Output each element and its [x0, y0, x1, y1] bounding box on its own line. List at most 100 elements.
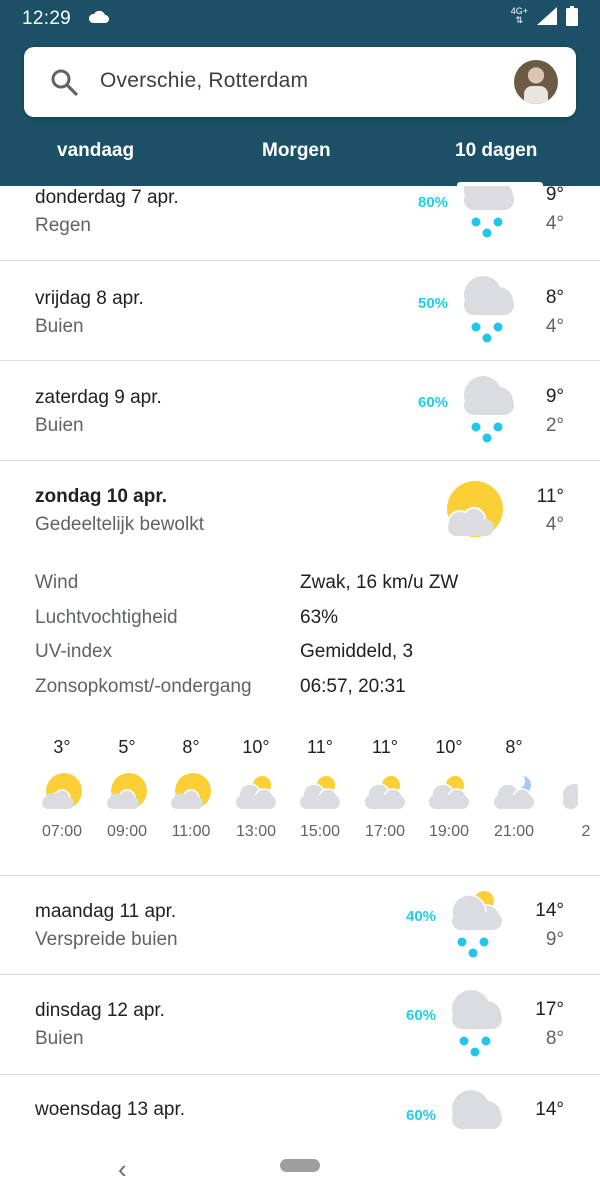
hour-time: 15:00 — [299, 823, 341, 840]
mostly-cloudy-icon — [236, 776, 276, 809]
hour-temp: 11° — [307, 737, 333, 757]
precip-chance: 40% — [406, 908, 437, 925]
detail-label-uv: UV-index — [35, 641, 113, 662]
app-header: 12:29 4G+ ⇅ Overschie, Rotterdam vandaag… — [0, 0, 600, 186]
rain-icon — [452, 1090, 502, 1129]
hour-time: 2 — [581, 823, 591, 840]
partly-sunny-icon — [171, 773, 211, 809]
forecast-list[interactable]: donderdag 7 apr. Regen 80% 9° 4° vrijdag… — [0, 186, 600, 1140]
forecast-row-tuesday[interactable]: dinsdag 12 apr. Buien 60% 17° 8° — [0, 975, 600, 1075]
rain-icon — [464, 376, 514, 443]
temp-high: 14° — [535, 900, 564, 921]
temp-high: 8° — [545, 287, 564, 308]
signal-icon — [537, 7, 557, 25]
day-name: donderdag 7 apr. — [35, 187, 179, 208]
mostly-cloudy-icon — [365, 776, 405, 809]
tab-vandaag[interactable]: vandaag — [57, 140, 134, 162]
temp-low: 9° — [545, 929, 564, 950]
temp-high: 9° — [545, 186, 564, 205]
tab-morgen[interactable]: Morgen — [262, 140, 331, 162]
detail-label-sun: Zonsopkomst/-ondergang — [35, 676, 252, 697]
detail-value-humidity: 63% — [300, 607, 339, 628]
rain-icon — [452, 990, 502, 1057]
detail-label-wind: Wind — [35, 572, 79, 593]
status-bar: 12:29 4G+ ⇅ — [0, 0, 600, 36]
hour-time: 19:00 — [428, 823, 470, 840]
hour-temp: 3° — [53, 737, 71, 757]
hour-time: 11:00 — [171, 823, 211, 840]
avatar[interactable] — [514, 60, 558, 104]
detail-value-wind: Zwak, 16 km/u ZW — [300, 572, 459, 593]
day-name: woensdag 13 apr. — [35, 1099, 186, 1120]
home-pill[interactable] — [280, 1159, 320, 1172]
day-condition: Regen — [35, 215, 91, 236]
mostly-cloudy-icon — [429, 776, 469, 809]
partly-cloudy-icon — [447, 481, 503, 537]
search-icon[interactable] — [50, 68, 78, 96]
partly-sunny-icon — [42, 773, 82, 809]
hour-time: 07:00 — [41, 823, 83, 840]
day-condition: Buien — [35, 316, 84, 337]
temp-high: 17° — [535, 999, 564, 1020]
rain-icon — [464, 276, 514, 343]
mostly-cloudy-icon — [300, 776, 340, 809]
detail-value-uv: Gemiddeld, 3 — [300, 641, 414, 662]
detail-value-sun: 06:57, 20:31 — [300, 676, 406, 697]
hourly-forecast[interactable]: 3° 5° 8° 10° 11° 11° 10° 8° 07:00 09:00 … — [0, 737, 600, 847]
detail-label-humidity: Luchtvochtigheid — [35, 607, 178, 628]
day-condition: Buien — [35, 415, 84, 436]
temp-low: 4° — [545, 514, 564, 535]
hour-time: 13:00 — [235, 823, 277, 840]
tab-bar: vandaag Morgen 10 dagen — [0, 128, 600, 186]
location-text[interactable]: Overschie, Rotterdam — [100, 69, 308, 93]
forecast-row-sunday-expanded[interactable]: zondag 10 apr. Gedeeltelijk bewolkt 11° … — [0, 461, 600, 876]
forecast-row-wednesday[interactable]: woensdag 13 apr. 60% 14° — [0, 1075, 600, 1140]
temp-high: 14° — [535, 1099, 564, 1120]
day-name: zaterdag 9 apr. — [35, 387, 162, 408]
day-condition: Verspreide buien — [35, 929, 178, 950]
hour-temp: 8° — [182, 737, 200, 757]
precip-chance: 80% — [418, 194, 449, 211]
hour-temp: 10° — [435, 737, 463, 757]
data-arrows-icon: ⇅ — [515, 15, 524, 25]
precip-chance: 50% — [418, 295, 449, 312]
hour-temp: 8° — [505, 737, 523, 757]
partly-sunny-icon — [107, 773, 147, 809]
day-name: dinsdag 12 apr. — [35, 1000, 165, 1021]
forecast-row-thursday[interactable]: donderdag 7 apr. Regen 80% 9° 4° — [0, 186, 600, 261]
hour-time: 09:00 — [106, 823, 148, 840]
hour-time: 17:00 — [364, 823, 406, 840]
temp-high: 11° — [536, 486, 564, 507]
temp-low: 4° — [545, 316, 564, 337]
forecast-row-friday[interactable]: vrijdag 8 apr. Buien 50% 8° 4° — [0, 261, 600, 361]
battery-icon — [566, 6, 578, 26]
forecast-row-saturday[interactable]: zaterdag 9 apr. Buien 60% 9° 2° — [0, 361, 600, 461]
precip-chance: 60% — [406, 1107, 437, 1124]
temp-high: 9° — [545, 386, 564, 407]
precip-chance: 60% — [418, 394, 449, 411]
back-icon[interactable]: ‹ — [118, 1154, 127, 1185]
cloudy-night-icon — [494, 773, 534, 809]
rain-icon — [464, 186, 514, 238]
system-nav-bar: ‹ — [0, 1140, 600, 1200]
day-condition: Buien — [35, 1028, 84, 1049]
cloud-notification-icon — [88, 10, 109, 23]
hour-time: 21:00 — [493, 823, 535, 840]
search-bar[interactable]: Overschie, Rotterdam — [24, 47, 576, 117]
cloud-icon — [563, 784, 578, 809]
network-indicator: 4G+ ⇅ — [511, 7, 528, 25]
scattered-showers-icon — [451, 891, 502, 958]
day-condition: Gedeeltelijk bewolkt — [35, 514, 204, 535]
hour-temp: 11° — [372, 737, 398, 757]
hour-temp: 5° — [118, 737, 136, 757]
forecast-row-monday[interactable]: maandag 11 apr. Verspreide buien 40% 14°… — [0, 876, 600, 975]
tab-10-dagen[interactable]: 10 dagen — [455, 140, 537, 162]
temp-low: 2° — [545, 415, 564, 436]
temp-low: 8° — [545, 1028, 564, 1049]
hour-temp: 10° — [242, 737, 270, 757]
temp-low: 4° — [545, 213, 564, 234]
day-name: maandag 11 apr. — [35, 901, 177, 922]
day-name: vrijdag 8 apr. — [35, 288, 144, 309]
day-name: zondag 10 apr. — [35, 486, 167, 507]
precip-chance: 60% — [406, 1007, 437, 1024]
